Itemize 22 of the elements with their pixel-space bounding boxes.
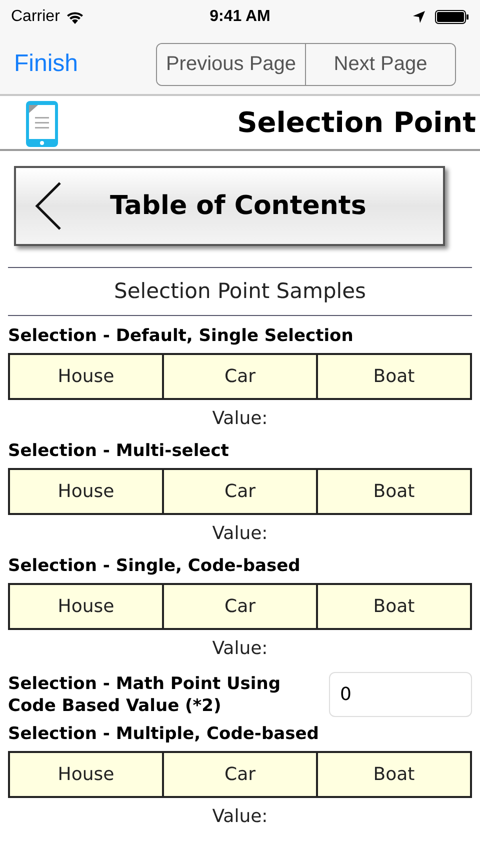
section-title: Selection Point Samples (114, 278, 366, 305)
finish-button[interactable]: Finish (14, 46, 78, 82)
value-label: Value: (212, 804, 268, 828)
value-label: Value: (212, 522, 268, 546)
math-point-label: Selection - Math Point Using Code Based Value (*2) (8, 672, 282, 716)
page-title: Selection Point (237, 104, 476, 140)
table-of-contents-button[interactable]: Table of Contents (14, 166, 445, 246)
location-arrow-icon (413, 11, 425, 23)
battery-icon (435, 10, 469, 24)
selection-label: Selection - Multi-select (8, 440, 230, 462)
carrier-label: Carrier (11, 7, 60, 27)
chevron-left-icon (34, 181, 62, 231)
page-segment-button[interactable]: Previous Page (157, 44, 306, 84)
selection-label: Selection - Single, Code-based (8, 555, 302, 577)
math-value-field[interactable]: 0 (329, 672, 472, 717)
wifi-icon (66, 10, 84, 24)
value-label: Value: (212, 406, 268, 430)
selection-label: Selection - Multiple, Code-based (8, 723, 320, 745)
clock-time: 9:41 AM (210, 7, 270, 27)
tablet-document-icon (26, 98, 58, 146)
selection-label: Selection - Default, Single Selection (8, 325, 354, 347)
value-label: Value: (212, 636, 268, 660)
